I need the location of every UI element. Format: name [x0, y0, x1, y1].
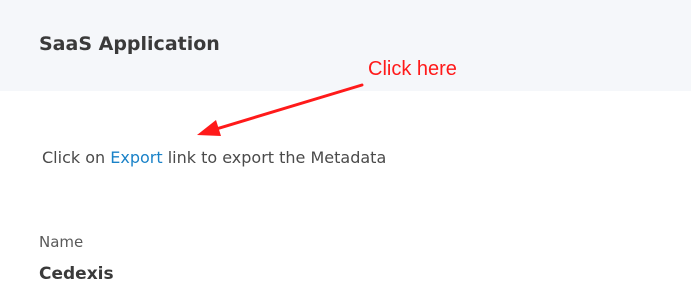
annotation-label: Click here — [368, 58, 457, 80]
panel-title: SaaS Application — [39, 33, 220, 55]
page: SaaS Application Click here Click on Exp… — [0, 0, 691, 299]
name-field-label: Name — [39, 233, 84, 251]
instruction-prefix: Click on — [42, 148, 111, 167]
instruction-suffix: link to export the Metadata — [162, 148, 387, 167]
name-field-value: Cedexis — [39, 264, 114, 284]
export-instruction: Click on Export link to export the Metad… — [42, 146, 386, 170]
panel-header: SaaS Application — [0, 0, 691, 91]
export-link[interactable]: Export — [110, 148, 162, 167]
